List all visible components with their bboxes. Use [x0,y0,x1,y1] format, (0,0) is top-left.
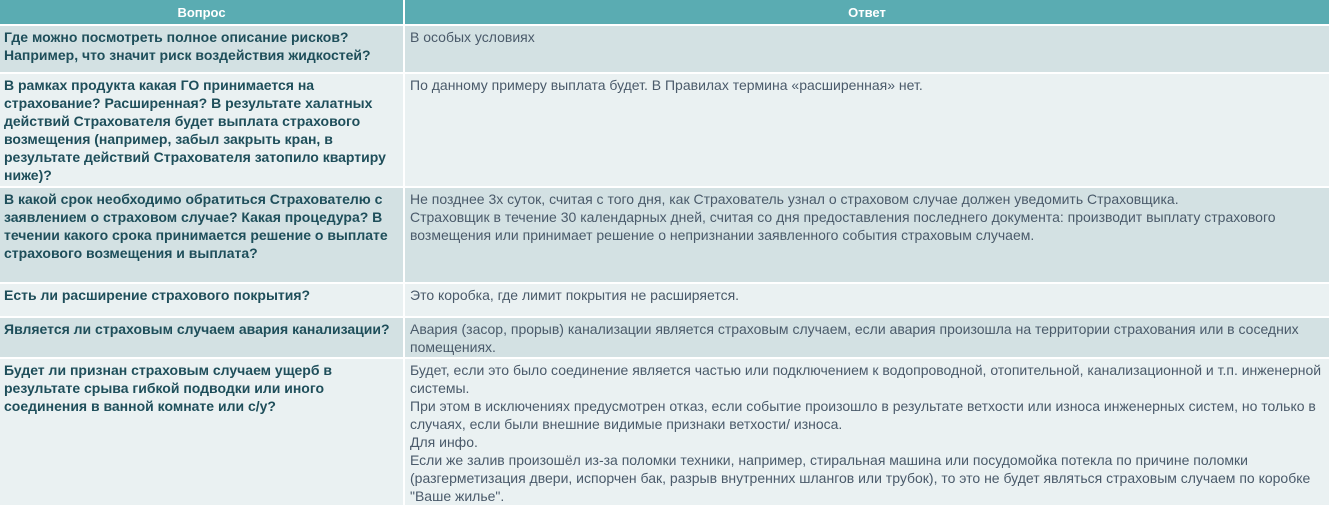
table-row: Будет ли признан страховым случаем ущерб… [0,358,1329,505]
answer-cell: Будет, если это было соединение является… [404,358,1329,505]
column-header-question: Вопрос [0,0,405,26]
answer-text: В особых условиях [410,29,535,45]
question-cell: Есть ли расширение страхового покрытия? [0,283,405,318]
answer-text: Авария (засор, прорыв) канализации являе… [410,321,1299,355]
answer-cell: В особых условиях [404,25,1329,74]
answer-text: Если же залив произошёл из-за поломки те… [410,452,1311,504]
column-header-answer: Ответ [404,0,1329,26]
question-cell: В какой срок необходимо обратиться Страх… [0,187,405,284]
answer-text: Будет, если это было соединение является… [410,362,1322,396]
question-cell: Является ли страховым случаем авария кан… [0,317,405,359]
table-header-row: Вопрос Ответ [0,0,1329,26]
answer-text: По данному примеру выплата будет. В Прав… [410,77,923,93]
question-cell: Будет ли признан страховым случаем ущерб… [0,358,405,505]
answer-text: Это коробка, где лимит покрытия не расши… [410,287,740,303]
table-row: Является ли страховым случаем авария кан… [0,317,1329,359]
table-row: В рамках продукта какая ГО принимается н… [0,73,1329,188]
table-row: В какой срок необходимо обратиться Страх… [0,187,1329,284]
question-cell: Где можно посмотреть полное описание рис… [0,25,405,74]
answer-text: При этом в исключениях предусмотрен отка… [410,398,1316,432]
table-row: Есть ли расширение страхового покрытия? … [0,283,1329,318]
answer-cell: Это коробка, где лимит покрытия не расши… [404,283,1329,318]
question-cell: В рамках продукта какая ГО принимается н… [0,73,405,188]
answer-cell: Не позднее 3х суток, считая с того дня, … [404,187,1329,284]
answer-text: Для инфо. [410,434,478,450]
answer-cell: Авария (засор, прорыв) канализации являе… [404,317,1329,359]
answer-text: Не позднее 3х суток, считая с того дня, … [410,191,1179,207]
table-row: Где можно посмотреть полное описание рис… [0,25,1329,74]
faq-table: Вопрос Ответ Где можно посмотреть полное… [0,0,1329,505]
answer-text: Страховщик в течение 30 календарных дней… [410,209,1276,243]
answer-cell: По данному примеру выплата будет. В Прав… [404,73,1329,188]
